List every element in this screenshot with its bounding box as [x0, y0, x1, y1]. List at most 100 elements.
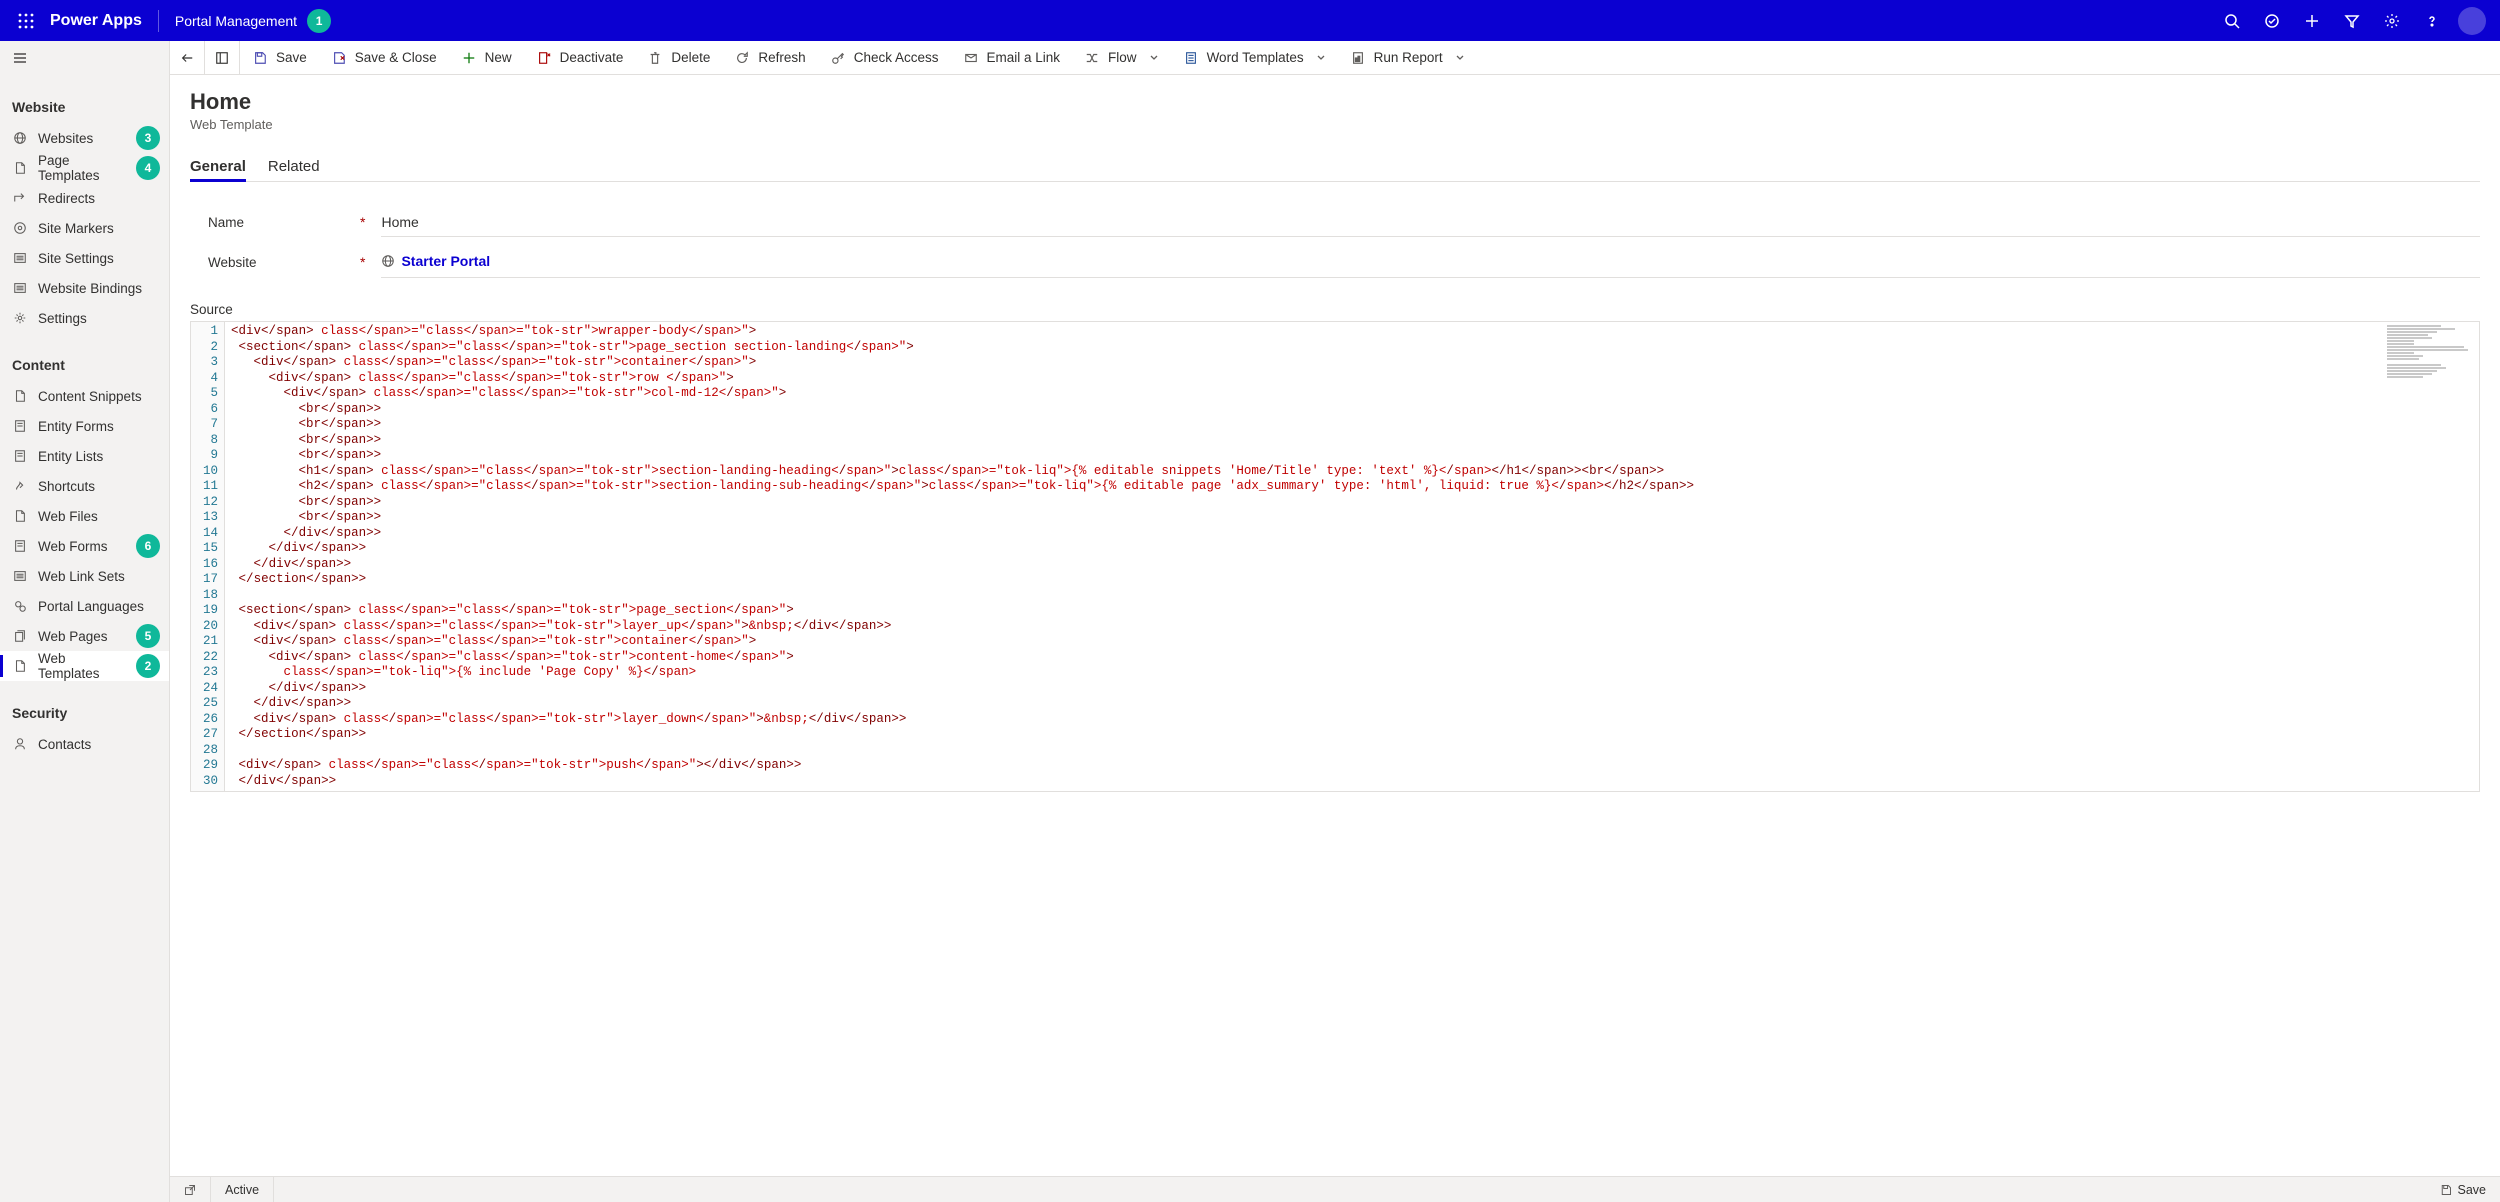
sidebar-item-label: Web Pages — [38, 629, 126, 644]
form-icon — [12, 538, 28, 554]
sidebar-badge: 2 — [136, 654, 160, 678]
sidebar-item-label: Web Files — [38, 509, 161, 524]
run-report-button[interactable]: Run Report — [1338, 41, 1477, 75]
sidebar-item-label: Page Templates — [38, 153, 126, 183]
sidebar-item-web-pages[interactable]: Web Pages 5 — [0, 621, 169, 651]
sidebar-item-website-bindings[interactable]: Website Bindings — [0, 273, 169, 303]
save-button[interactable]: Save — [240, 41, 319, 75]
check-access-button[interactable]: Check Access — [818, 41, 951, 75]
sidebar-item-label: Shortcuts — [38, 479, 161, 494]
sidebar-item-web-files[interactable]: Web Files — [0, 501, 169, 531]
file-icon — [12, 388, 28, 404]
sidebar-item-shortcuts[interactable]: Shortcuts — [0, 471, 169, 501]
sidebar-item-web-templates[interactable]: Web Templates 2 — [0, 651, 169, 681]
source-editor[interactable]: 1234567891011121314151617181920212223242… — [190, 321, 2480, 792]
status-bar: Active Save — [170, 1176, 2500, 1202]
report-icon — [1350, 50, 1366, 66]
globe-icon — [381, 254, 395, 268]
sidebar-item-label: Entity Forms — [38, 419, 161, 434]
source-label: Source — [190, 302, 2480, 317]
tab-general[interactable]: General — [190, 152, 246, 181]
sidebar-item-entity-lists[interactable]: Entity Lists — [0, 441, 169, 471]
refresh-button[interactable]: Refresh — [722, 41, 817, 75]
sidebar-item-label: Portal Languages — [38, 599, 161, 614]
chevron-down-icon — [1149, 53, 1159, 63]
new-button[interactable]: New — [449, 41, 524, 75]
app-badge: 1 — [307, 9, 331, 33]
sidebar-item-site-markers[interactable]: Site Markers — [0, 213, 169, 243]
word-templates-label: Word Templates — [1207, 50, 1304, 65]
sidebar-item-content-snippets[interactable]: Content Snippets — [0, 381, 169, 411]
command-bar: Save Save & Close New Deactivate Delete … — [170, 41, 2500, 75]
search-icon[interactable] — [2212, 1, 2252, 41]
app-launcher-icon[interactable] — [8, 3, 44, 39]
sidebar-item-label: Content Snippets — [38, 389, 161, 404]
website-field[interactable]: Starter Portal — [381, 247, 2480, 278]
deactivate-button[interactable]: Deactivate — [524, 41, 636, 75]
arrow-icon — [12, 190, 28, 206]
marker-icon — [12, 220, 28, 236]
sidebar-item-entity-forms[interactable]: Entity Forms — [0, 411, 169, 441]
name-field[interactable]: Home — [381, 208, 2480, 237]
back-button[interactable] — [170, 41, 205, 75]
save-close-button[interactable]: Save & Close — [319, 41, 449, 75]
run-report-label: Run Report — [1374, 50, 1443, 65]
sidebar-item-label: Site Markers — [38, 221, 161, 236]
sidebar-item-site-settings[interactable]: Site Settings — [0, 243, 169, 273]
word-icon — [1183, 50, 1199, 66]
email-link-button[interactable]: Email a Link — [951, 41, 1073, 75]
tab-related[interactable]: Related — [268, 152, 320, 181]
popout-icon[interactable] — [170, 1177, 211, 1202]
filter-icon[interactable] — [2332, 1, 2372, 41]
file-icon — [12, 160, 28, 176]
sidebar-badge: 4 — [136, 156, 160, 180]
form-icon — [12, 448, 28, 464]
refresh-icon — [734, 50, 750, 66]
chevron-down-icon — [1455, 53, 1465, 63]
sidebar-item-web-link-sets[interactable]: Web Link Sets — [0, 561, 169, 591]
app-name-label: Portal Management — [175, 13, 297, 29]
assistant-icon[interactable] — [2252, 1, 2292, 41]
new-label: New — [485, 50, 512, 65]
delete-button[interactable]: Delete — [635, 41, 722, 75]
sidebar-badge: 6 — [136, 534, 160, 558]
sidebar-item-label: Web Templates — [38, 651, 126, 681]
help-icon[interactable] — [2412, 1, 2452, 41]
save-close-label: Save & Close — [355, 50, 437, 65]
save-close-icon — [331, 50, 347, 66]
avatar[interactable] — [2458, 7, 2486, 35]
page-subtitle: Web Template — [190, 117, 2480, 132]
sidebar-item-websites[interactable]: Websites3 — [0, 123, 169, 153]
sidebar-item-portal-languages[interactable]: Portal Languages — [0, 591, 169, 621]
save-status-label: Save — [2458, 1183, 2487, 1197]
sidebar-item-page-templates[interactable]: Page Templates 4 — [0, 153, 169, 183]
website-label: Website — [208, 255, 360, 270]
sidebar-item-label: Web Link Sets — [38, 569, 161, 584]
sidebar-item-settings[interactable]: Settings — [0, 303, 169, 333]
tabs: General Related — [190, 152, 2480, 182]
flow-button[interactable]: Flow — [1072, 41, 1171, 75]
page-title: Home — [190, 89, 2480, 115]
hamburger-icon[interactable] — [12, 50, 28, 66]
panel-icon[interactable] — [205, 41, 240, 75]
sidebar-item-label: Websites — [38, 131, 126, 146]
save-icon — [252, 50, 268, 66]
sidebar-item-contacts[interactable]: Contacts — [0, 729, 169, 759]
sidebar-item-label: Web Forms — [38, 539, 126, 554]
deactivate-label: Deactivate — [560, 50, 624, 65]
sidebar-item-redirects[interactable]: Redirects — [0, 183, 169, 213]
save-status-button[interactable]: Save — [2426, 1177, 2500, 1202]
settings-icon[interactable] — [2372, 1, 2412, 41]
list-icon — [12, 280, 28, 296]
key-icon — [830, 50, 846, 66]
chevron-down-icon — [1316, 53, 1326, 63]
add-icon[interactable] — [2292, 1, 2332, 41]
list-icon — [12, 250, 28, 266]
sidebar-item-web-forms[interactable]: Web Forms 6 — [0, 531, 169, 561]
sidebar-badge: 5 — [136, 624, 160, 648]
flow-icon — [1084, 50, 1100, 66]
sidebar-heading: Security — [0, 681, 169, 729]
plus-icon — [461, 50, 477, 66]
file-icon — [12, 508, 28, 524]
word-templates-button[interactable]: Word Templates — [1171, 41, 1338, 75]
